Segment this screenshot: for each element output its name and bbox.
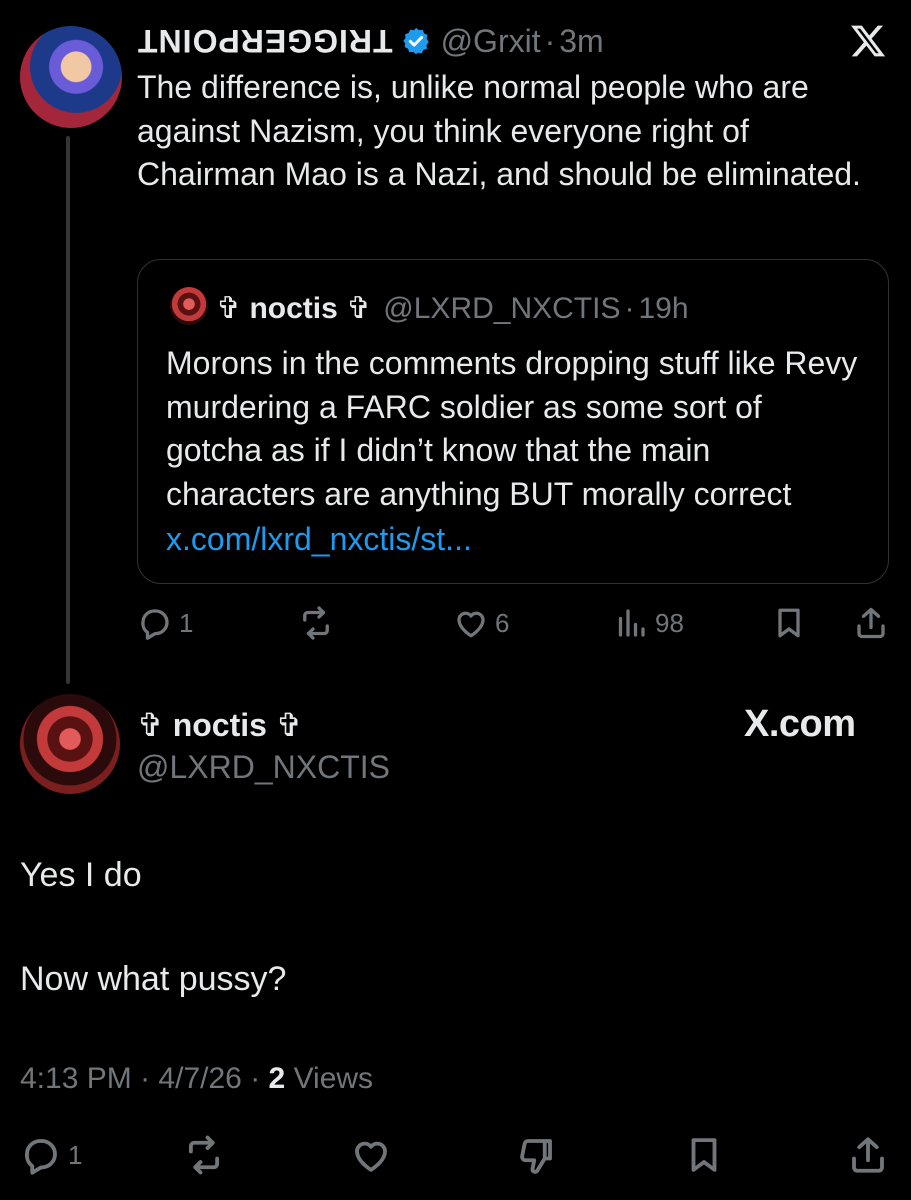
quoted-text: Morons in the comments dropping stuff li…	[166, 345, 858, 512]
heart-icon	[453, 605, 489, 641]
share-icon	[847, 1134, 889, 1176]
reply-display-name[interactable]: ✞ noctis ✞	[137, 706, 303, 744]
heart-icon	[350, 1134, 392, 1176]
reply-button[interactable]: 1	[137, 605, 193, 641]
repost-button[interactable]	[182, 1134, 226, 1176]
share-button[interactable]	[847, 1134, 889, 1176]
verified-badge-icon	[401, 26, 431, 56]
quoted-avatar	[170, 287, 208, 325]
avatar-noctis[interactable]	[20, 694, 120, 794]
top-tweet-display-name[interactable]: TRIGGERPOINT	[137, 22, 393, 60]
like-button[interactable]	[350, 1134, 392, 1176]
reply-icon	[20, 1134, 62, 1176]
reply-text-line-1: Yes I do	[20, 856, 142, 894]
reply-button[interactable]: 1	[20, 1134, 82, 1176]
repost-icon	[297, 605, 335, 641]
share-icon	[853, 605, 889, 641]
reply-handle[interactable]: @LXRD_NXCTIS	[137, 748, 390, 786]
quoted-tweet-header: ✞ noctis ✞ @LXRD_NXCTIS · 19h	[216, 290, 689, 328]
bookmark-button[interactable]	[683, 1134, 725, 1176]
top-tweet-text: The difference is, unlike normal people …	[137, 69, 861, 192]
dislike-button[interactable]	[515, 1134, 557, 1176]
reply-tweet-header: ✞ noctis ✞	[137, 706, 303, 744]
quoted-display-name: ✞ noctis ✞	[216, 292, 372, 325]
reply-text-line-2: Now what pussy?	[20, 960, 287, 998]
reply-icon	[137, 605, 173, 641]
reply-views-count: 2	[268, 1062, 286, 1095]
reply-views-label: Views	[293, 1062, 374, 1095]
bookmark-icon	[771, 605, 807, 641]
repost-icon	[182, 1134, 226, 1176]
like-count: 6	[495, 607, 510, 638]
reply-time[interactable]: 4:13 PM	[20, 1062, 132, 1095]
quoted-handle: @LXRD_NXCTIS	[383, 292, 621, 325]
reply-date[interactable]: 4/7/26	[158, 1062, 241, 1095]
repost-button[interactable]	[297, 605, 335, 641]
quoted-link[interactable]: x.com/lxrd_nxctis/st...	[166, 518, 472, 562]
separator-dot: ·	[624, 292, 635, 325]
reply-meta: 4:13 PM · 4/7/26 · 2 Views	[20, 1062, 373, 1096]
top-tweet-header: TRIGGERPOINT @Grxit · 3m	[137, 22, 604, 60]
thread-connector-line	[66, 136, 70, 684]
separator-dot: ·	[250, 1062, 261, 1095]
top-tweet-handle[interactable]: @Grxit	[441, 22, 541, 60]
x-com-watermark: X.com	[744, 703, 856, 745]
separator-dot: ·	[544, 23, 556, 59]
share-button[interactable]	[853, 605, 889, 641]
dislike-icon	[515, 1134, 557, 1176]
like-button[interactable]: 6	[453, 605, 509, 641]
bookmark-icon	[683, 1134, 725, 1176]
separator-dot: ·	[140, 1062, 151, 1095]
bookmark-button[interactable]	[771, 605, 807, 641]
views-button[interactable]: 98	[613, 605, 684, 641]
views-count: 98	[655, 607, 684, 638]
x-logo-icon[interactable]	[848, 22, 888, 60]
avatar-grxit[interactable]	[20, 26, 122, 128]
reply-count: 1	[68, 1139, 83, 1170]
top-tweet-time[interactable]: 3m	[559, 22, 603, 60]
quoted-time: 19h	[638, 292, 689, 325]
views-icon	[613, 605, 649, 641]
reply-count: 1	[179, 607, 194, 638]
